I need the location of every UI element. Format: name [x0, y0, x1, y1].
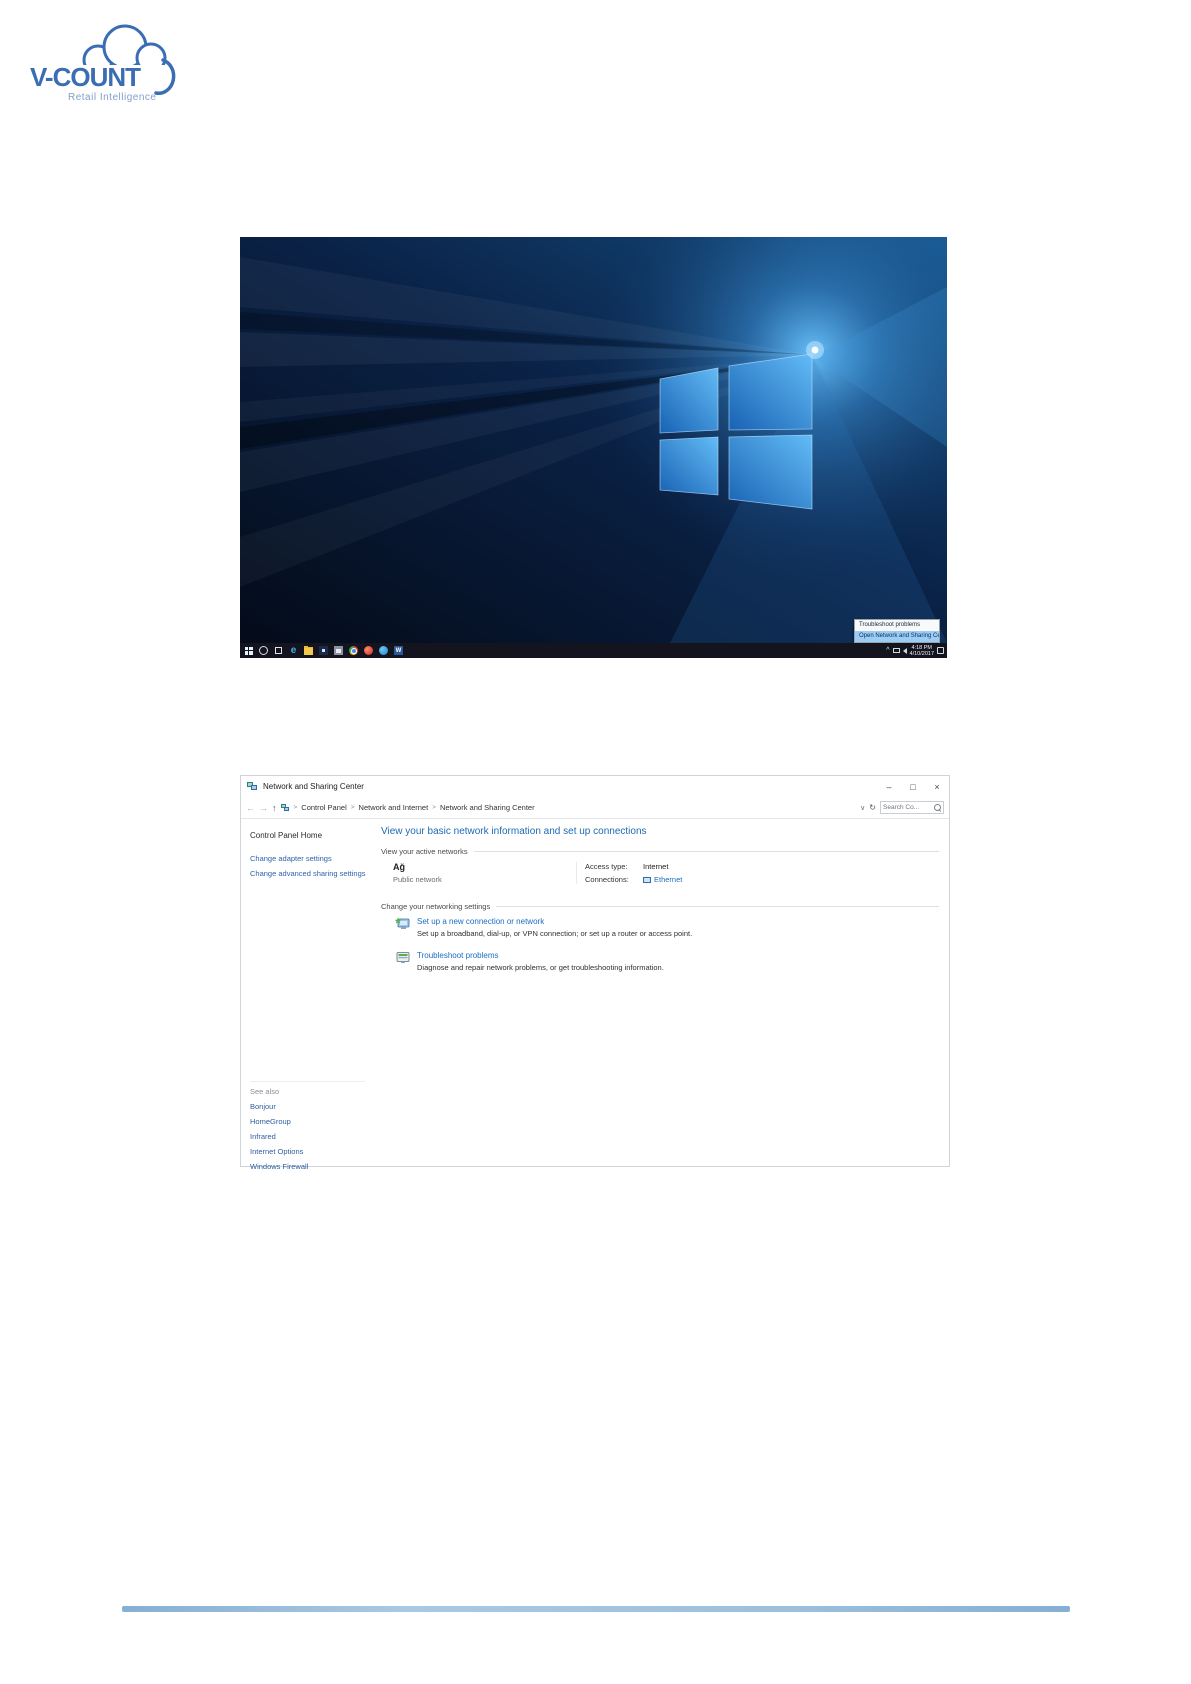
ethernet-icon	[643, 876, 651, 883]
troubleshoot-item: Troubleshoot problems Diagnose and repai…	[381, 951, 939, 972]
active-network-row: Ağ Public network Access type: Internet …	[381, 862, 939, 884]
window-title: Network and Sharing Center	[263, 782, 364, 791]
network-details: Access type: Internet Connections: Ether…	[576, 862, 682, 884]
tray-volume-icon[interactable]	[902, 647, 907, 654]
connection-value: Ethernet	[643, 875, 682, 884]
tray-clock[interactable]: 4:18 PM 4/10/2017	[910, 645, 934, 657]
main-pane: View your basic network information and …	[375, 819, 949, 1168]
refresh-icon[interactable]: ↻	[869, 803, 876, 812]
edge-icon[interactable]: e	[288, 645, 299, 656]
app-window-icon[interactable]	[333, 645, 344, 656]
windows-hero-wallpaper	[240, 237, 947, 643]
breadcrumb-network-and-internet[interactable]: Network and Internet	[359, 803, 429, 812]
network-sharing-center-icon	[247, 782, 258, 791]
menu-item-troubleshoot[interactable]: Troubleshoot problems	[855, 620, 939, 631]
control-panel-sidebar: Control Panel Home Change adapter settin…	[241, 819, 375, 1171]
window-body: Control Panel Home Change adapter settin…	[241, 819, 949, 1171]
logo-tagline: Retail Intelligence	[68, 92, 157, 103]
section-divider	[496, 906, 939, 907]
sidebar-item-change-adapter-settings[interactable]: Change adapter settings	[250, 854, 371, 863]
window-controls: – □ ×	[877, 776, 949, 797]
access-type-value: Internet	[643, 862, 669, 871]
see-also-header: See also	[250, 1087, 280, 1096]
connections-row: Connections: Ethernet	[585, 875, 682, 884]
word-icon[interactable]: W	[393, 645, 404, 656]
page-footer-rule	[122, 1606, 1070, 1612]
see-also-infrared[interactable]: Infrared	[250, 1132, 365, 1141]
address-dropdown-icon[interactable]: ∨	[860, 804, 865, 812]
sidebar-item-change-advanced-sharing[interactable]: Change advanced sharing settings	[250, 869, 371, 878]
task-view-icon[interactable]	[273, 645, 284, 656]
network-identity: Ağ Public network	[381, 862, 576, 884]
tray-chevron-icon[interactable]: ^	[886, 647, 889, 654]
setting-texts: Set up a new connection or network Set u…	[417, 917, 692, 938]
breadcrumb-control-panel[interactable]: Control Panel	[301, 803, 346, 812]
troubleshoot-description: Diagnose and repair network problems, or…	[417, 963, 664, 972]
networking-settings-label: Change your networking settings	[381, 902, 491, 911]
network-name: Ağ	[393, 862, 405, 872]
section-divider	[473, 851, 939, 852]
troubleshoot-link[interactable]: Troubleshoot problems	[417, 951, 664, 960]
close-button[interactable]: ×	[925, 776, 949, 797]
system-tray: ^ 4:18 PM 4/10/2017	[886, 645, 944, 657]
connections-label: Connections:	[585, 875, 629, 884]
chevron-right-icon: >	[293, 804, 298, 811]
start-icon[interactable]	[243, 645, 254, 656]
tray-date: 4/10/2017	[909, 650, 934, 657]
active-networks-label: View your active networks	[381, 847, 468, 856]
network-sharing-center-window: Network and Sharing Center – □ × ← → ↑ >…	[240, 775, 950, 1171]
taskbar: e W ^ 4:18 PM 4/10/2017	[240, 643, 947, 658]
toolbar-right: ∨ ↻	[860, 801, 944, 814]
sidebar-item-control-panel-home[interactable]: Control Panel Home	[250, 831, 371, 840]
networking-settings-section-header: Change your networking settings	[381, 902, 939, 911]
access-type-row: Access type: Internet	[585, 862, 682, 871]
file-explorer-icon[interactable]	[303, 645, 314, 656]
maximize-button[interactable]: □	[901, 776, 925, 797]
see-also-internet-options[interactable]: Internet Options	[250, 1147, 365, 1156]
chevron-right-icon: >	[432, 804, 436, 811]
navigation-toolbar: ← → ↑ > Control Panel > Network and Inte…	[241, 797, 949, 819]
ethernet-link[interactable]: Ethernet	[654, 875, 682, 884]
see-also-windows-firewall[interactable]: Windows Firewall	[250, 1162, 365, 1171]
magnifier-icon[interactable]	[934, 804, 941, 811]
window-titlebar: Network and Sharing Center – □ ×	[241, 776, 949, 797]
logo-brand-text: V-COUNT	[30, 62, 141, 92]
vcount-logo: V-COUNT Retail Intelligence	[28, 18, 188, 118]
setup-connection-link[interactable]: Set up a new connection or network	[417, 917, 692, 926]
browser-icon[interactable]	[363, 645, 374, 656]
menu-item-open-network-sharing-center[interactable]: Open Network and Sharing Center	[855, 631, 939, 642]
setup-connection-description: Set up a broadband, dial-up, or VPN conn…	[417, 929, 693, 938]
action-center-icon[interactable]	[937, 647, 944, 654]
forward-icon[interactable]: →	[259, 803, 268, 813]
tray-context-menu: Troubleshoot problems Open Network and S…	[854, 619, 940, 643]
windows-desktop-screenshot: Troubleshoot problems Open Network and S…	[240, 237, 947, 658]
store-icon[interactable]	[318, 645, 329, 656]
chevron-right-icon: >	[350, 804, 355, 811]
skype-icon[interactable]	[378, 645, 389, 656]
tray-network-icon[interactable]	[892, 648, 900, 653]
up-icon[interactable]: ↑	[272, 803, 277, 813]
active-networks-section-header: View your active networks	[381, 847, 939, 856]
back-icon[interactable]: ←	[246, 803, 255, 813]
access-type-label: Access type:	[585, 862, 628, 871]
minimize-button[interactable]: –	[877, 776, 901, 797]
chrome-icon[interactable]	[348, 645, 359, 656]
breadcrumb-network-and-sharing-center[interactable]: Network and Sharing Center	[440, 803, 535, 812]
search-box	[880, 801, 944, 814]
setting-texts: Troubleshoot problems Diagnose and repai…	[417, 951, 664, 972]
network-type: Public network	[393, 875, 442, 884]
see-also-homegroup[interactable]: HomeGroup	[250, 1117, 365, 1126]
search-icon[interactable]	[258, 645, 269, 656]
setup-connection-item: Set up a new connection or network Set u…	[381, 917, 939, 938]
breadcrumb: > Control Panel > Network and Internet >…	[294, 803, 535, 812]
page-title: View your basic network information and …	[381, 826, 647, 837]
see-also-section: See also Bonjour HomeGroup Infrared Inte…	[250, 1081, 365, 1177]
breadcrumb-app-icon	[280, 803, 290, 812]
new-connection-icon	[395, 917, 410, 929]
see-also-bonjour[interactable]: Bonjour	[250, 1102, 365, 1111]
search-input[interactable]	[883, 804, 934, 811]
troubleshoot-icon	[396, 952, 410, 963]
